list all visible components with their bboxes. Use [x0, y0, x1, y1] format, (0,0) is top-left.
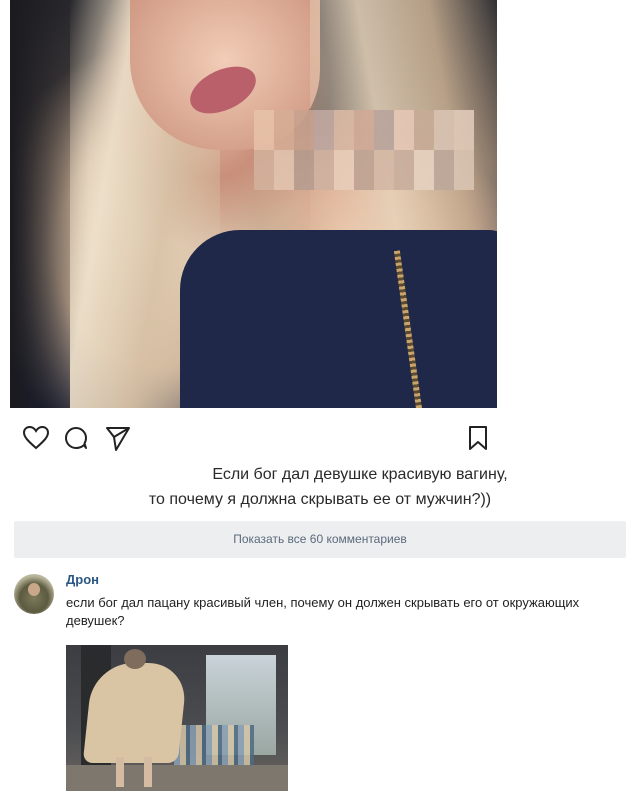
post-photo[interactable]	[10, 0, 497, 408]
photo-jacket	[180, 230, 497, 408]
image-trench-coat	[82, 663, 189, 763]
pixelated-censor	[254, 110, 474, 190]
avatar[interactable]	[14, 574, 54, 614]
bookmark-icon[interactable]	[464, 424, 492, 452]
image-head	[124, 649, 146, 669]
post-caption: Если бог дал девушке красивую вагину, то…	[0, 462, 640, 512]
image-floor	[66, 765, 288, 791]
caption-line-2: то почему я должна скрывать ее от мужчин…	[148, 491, 492, 508]
post-actions-bar	[22, 424, 492, 454]
paper-plane-icon[interactable]	[104, 424, 132, 452]
heart-icon[interactable]	[22, 424, 50, 452]
comment-attached-image[interactable]	[66, 645, 288, 791]
caption-line-1: Если бог дал девушке красивую вагину,	[212, 466, 508, 483]
comment-author-link[interactable]: Дрон	[66, 572, 99, 587]
comment-bubble-icon[interactable]	[62, 424, 90, 452]
show-all-comments-button[interactable]: Показать все 60 комментариев	[14, 521, 626, 558]
comment-text: если бог дал пацану красивый член, почем…	[66, 595, 580, 628]
image-crowd	[174, 725, 254, 765]
image-legs	[116, 757, 124, 787]
